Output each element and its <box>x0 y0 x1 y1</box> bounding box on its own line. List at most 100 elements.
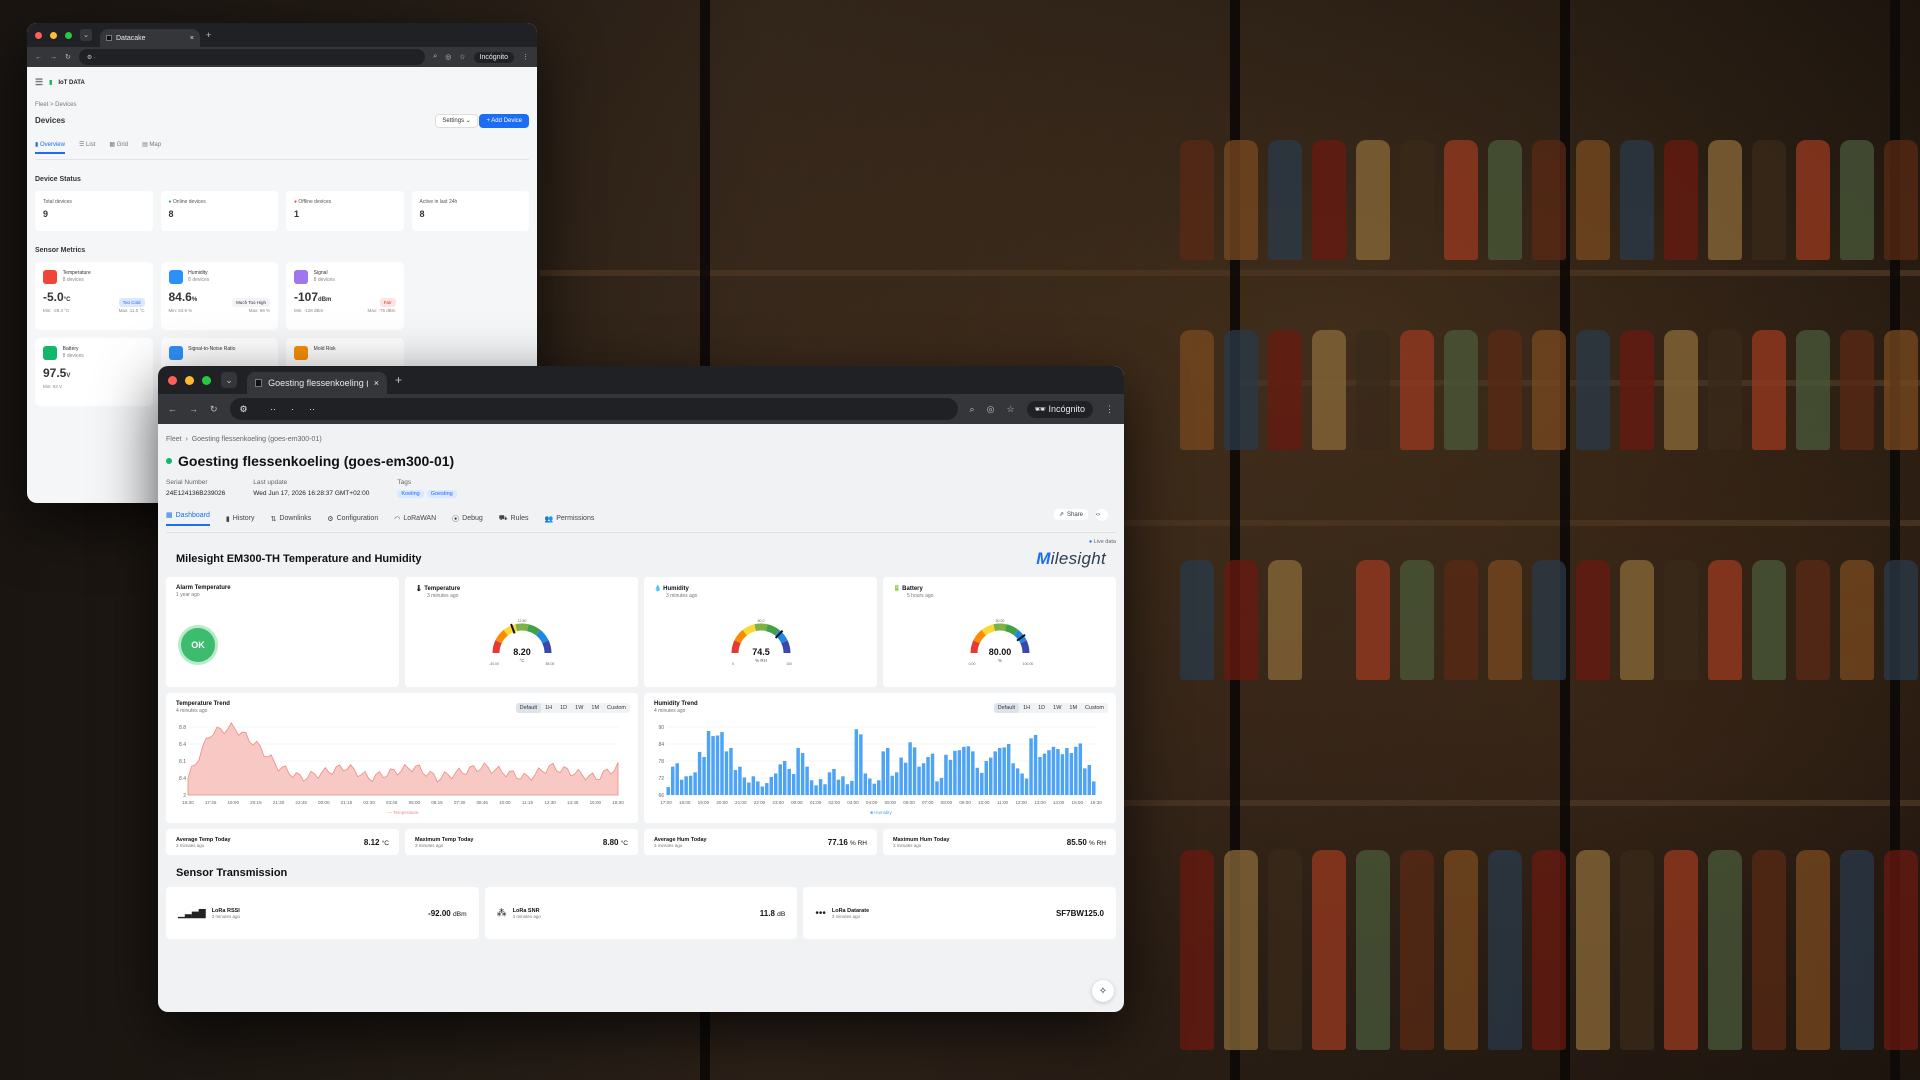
gauge-value: 80.00 <box>988 647 1011 657</box>
tab-configuration[interactable]: ⚙ Configuration <box>327 511 378 526</box>
y-tick-label: 2 <box>183 793 186 799</box>
address-bar[interactable]: ⚙ · <box>78 49 426 65</box>
breadcrumb-fleet[interactable]: Fleet <box>166 436 182 443</box>
incognito-badge[interactable]: 🕶 Incógnito <box>1026 400 1093 418</box>
thermometer-icon: 🌡 <box>415 586 423 592</box>
metric-card-battery[interactable]: Battery 8 devices 97.5V Min: 93 V <box>35 338 153 406</box>
metric-card-temperature[interactable]: Temperature 8 devices -5.0°C Too Cold Min… <box>35 262 153 330</box>
lora-snr-card: ⁂ LoRa SNR 3 minutes ago 11.8 dB <box>484 887 798 939</box>
tab-search-icon[interactable]: ⌄ <box>221 372 237 388</box>
y-tick-label: 90 <box>658 725 664 731</box>
bottle <box>1400 140 1434 260</box>
back-icon[interactable]: ← <box>35 54 42 61</box>
humidity-bar <box>796 747 800 795</box>
range-option-1w[interactable]: 1W <box>571 703 587 713</box>
legend-item: — Temperature <box>388 810 419 815</box>
range-option-default[interactable]: Default <box>515 703 542 713</box>
close-tab-icon[interactable]: × <box>190 35 194 42</box>
share-button[interactable]: ⇗ Share <box>1053 509 1088 520</box>
maximize-window-button[interactable] <box>202 375 211 385</box>
tab-list[interactable]: ☰ List <box>79 141 95 154</box>
tab-lorawan[interactable]: ◠ LoRaWAN <box>394 511 436 526</box>
x-tick-label: 20:00 <box>716 800 728 805</box>
tab-rules[interactable]: ⛟ Rules <box>499 511 529 526</box>
menu-icon[interactable]: ⋮ <box>522 53 529 61</box>
tab-overview[interactable]: ▮ Overview <box>35 141 65 154</box>
code-icon[interactable]: ‹› <box>1096 509 1108 521</box>
forward-icon[interactable]: → <box>189 404 198 414</box>
zoom-icon[interactable]: ⌕ <box>433 53 437 61</box>
lora-rssi-card: ▁▃▅▇ LoRa RSSI 3 minutes ago -92.00 dBm <box>166 887 479 939</box>
x-tick-label: 13:00 <box>1034 800 1046 805</box>
tab-search-icon[interactable]: ⌄ <box>80 29 92 41</box>
settings-button[interactable]: Settings ⌄ <box>435 114 478 128</box>
bottle <box>1576 560 1610 680</box>
hamburger-icon[interactable]: ☰ <box>35 77 43 88</box>
range-option-1m[interactable]: 1M <box>587 703 603 713</box>
close-window-button[interactable] <box>35 31 42 39</box>
range-option-1d[interactable]: 1D <box>556 703 571 713</box>
range-option-custom[interactable]: Custom <box>1081 703 1108 713</box>
range-option-1m[interactable]: 1M <box>1065 703 1081 713</box>
tab-grid[interactable]: ▦ Grid <box>109 141 128 154</box>
lora-datarate-card: ••• LoRa Datarate 3 minutes ago SF7BW125.0 <box>803 887 1116 939</box>
humidity-bar <box>675 763 679 795</box>
incognito-badge[interactable]: Incógnito <box>473 51 514 63</box>
tag-pill[interactable]: Koeling <box>397 490 424 498</box>
address-bar[interactable]: ⚙ ·· · ·· <box>229 398 958 420</box>
back-icon[interactable]: ← <box>168 404 177 414</box>
add-device-button[interactable]: + Add Device <box>479 114 529 128</box>
x-tick-label: 19:00 <box>698 800 710 805</box>
eye-off-icon[interactable]: ◎ <box>987 404 995 415</box>
browser-tab[interactable]: Datacake × <box>100 29 200 47</box>
range-option-1h[interactable]: 1H <box>1019 703 1034 713</box>
thermometer-icon <box>43 270 57 284</box>
minimize-window-button[interactable] <box>185 375 194 385</box>
range-option-1d[interactable]: 1D <box>1034 703 1049 713</box>
reload-icon[interactable]: ↻ <box>65 53 71 61</box>
bottle <box>1884 140 1918 260</box>
maximize-window-button[interactable] <box>65 31 72 39</box>
tag-pill[interactable]: Goesting <box>426 490 457 498</box>
reload-icon[interactable]: ↻ <box>210 404 218 415</box>
humidity-bar <box>1092 781 1096 795</box>
range-option-custom[interactable]: Custom <box>603 703 630 713</box>
bottle <box>1180 330 1214 450</box>
y-tick-label: 78 <box>658 759 664 765</box>
range-option-default[interactable]: Default <box>993 703 1020 713</box>
humidity-bar <box>850 780 854 795</box>
ai-assistant-button[interactable]: ✧ <box>1092 980 1114 1002</box>
breadcrumb[interactable]: Fleet > Devices <box>35 102 529 108</box>
star-icon[interactable]: ☆ <box>1006 404 1014 415</box>
tab-permissions[interactable]: 👥 Permissions <box>545 511 595 526</box>
dots-icon: ••• <box>815 907 826 919</box>
menu-icon[interactable]: ⋮ <box>1105 404 1114 415</box>
humidity-bar <box>1051 746 1056 795</box>
metric-card-humidity[interactable]: Humidity 8 devices 84.6% Much Too High Mi… <box>160 262 278 330</box>
x-tick-label: 07:00 <box>922 800 934 805</box>
battery-icon <box>43 346 57 360</box>
new-tab-icon[interactable]: + <box>395 373 402 387</box>
tab-history[interactable]: ▮ History <box>226 511 255 526</box>
metric-card-signal[interactable]: Signal 8 devices -107dBm Fair Min: -128 d… <box>286 262 404 330</box>
battery-gauge-card: 🔋 Battery 5 hours ago 80.00% 0.00 100.00 50… <box>883 577 1116 687</box>
tab-debug[interactable]: ⦿ Debug <box>452 511 483 526</box>
humidity-bar <box>1002 747 1006 795</box>
browser-tab[interactable]: Goesting flessenkoeling (goe × <box>247 372 387 394</box>
close-window-button[interactable] <box>168 375 177 385</box>
range-option-1w[interactable]: 1W <box>1049 703 1065 713</box>
bottle <box>1312 850 1346 1050</box>
bottle <box>1268 560 1302 680</box>
new-tab-icon[interactable]: + <box>206 30 211 40</box>
tab-downlinks[interactable]: ⇅ Downlinks <box>271 511 312 526</box>
star-icon[interactable]: ☆ <box>459 53 465 61</box>
zoom-icon[interactable]: ⌕ <box>970 404 975 415</box>
tab-map[interactable]: ▤ Map <box>142 141 161 154</box>
eye-off-icon[interactable]: ◎ <box>445 53 451 61</box>
tab-dashboard[interactable]: ▦ Dashboard <box>166 511 210 526</box>
x-tick-label: 15:00 <box>1072 800 1084 805</box>
range-option-1h[interactable]: 1H <box>541 703 556 713</box>
minimize-window-button[interactable] <box>50 31 57 39</box>
forward-icon[interactable]: → <box>50 54 57 61</box>
close-tab-icon[interactable]: × <box>374 378 379 388</box>
